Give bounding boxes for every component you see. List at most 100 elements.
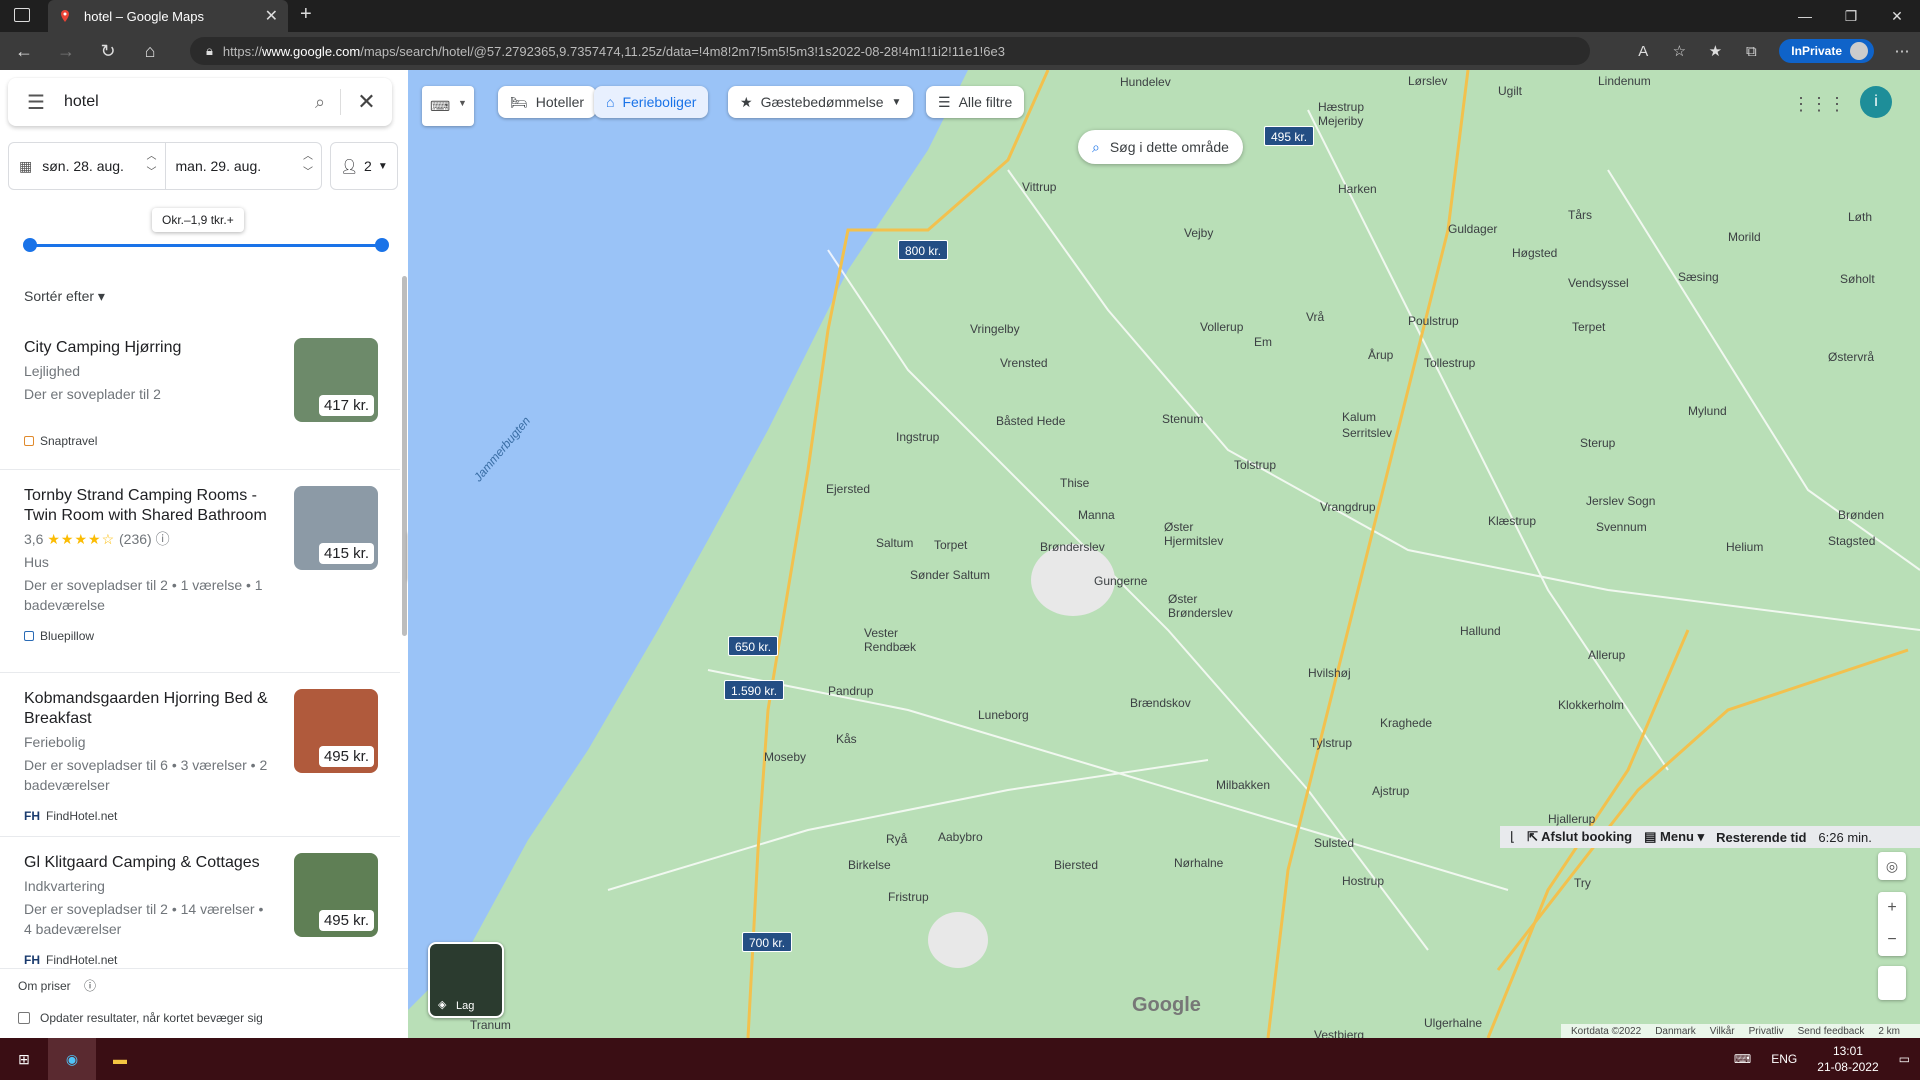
dropdown-arrow-icon: ▼	[377, 160, 388, 172]
place-label: Brønderslev	[1040, 540, 1105, 554]
restore-icon[interactable]: ❐	[1828, 0, 1874, 32]
scale-label[interactable]: 2 km	[1878, 1026, 1900, 1037]
price-pin[interactable]: 800 kr.	[898, 240, 949, 260]
dropdown-arrow-icon: ▼	[458, 98, 467, 108]
booking-toolbar: ⌊ ⇱ Afslut booking ▤ Menu ▾ Resterende t…	[1500, 826, 1920, 848]
url-input[interactable]: 🔒︎ https://www.google.com/maps/search/ho…	[190, 37, 1590, 65]
results-scrollbar[interactable]	[402, 276, 407, 636]
minimize-icon[interactable]: —	[1782, 0, 1828, 32]
place-label: Vrensted	[1000, 356, 1048, 370]
date-picker: ▦ søn. 28. aug. ︿ ﹀ man. 29. aug. ︿ ﹀	[8, 142, 322, 190]
system-clock[interactable]: 13:01 21-08-2022	[1817, 1043, 1878, 1075]
notifications-icon[interactable]: ▭	[1899, 1052, 1910, 1066]
zoom-out-icon[interactable]: −	[1887, 931, 1896, 949]
result-card[interactable]: Tornby Strand Camping Rooms - Twin Room …	[0, 470, 400, 673]
chip-all-filters[interactable]: ☰ Alle filtre	[926, 86, 1025, 118]
result-desc: Der er sovepladser til 6 • 3 værelser • …	[24, 757, 268, 793]
date-stepper-icon[interactable]: ︿ ﹀	[147, 149, 157, 181]
price-pin[interactable]: 650 kr.	[728, 636, 779, 656]
result-card[interactable]: Gl Klitgaard Camping & Cottages Indkvart…	[0, 837, 400, 987]
place-label: Em	[1254, 335, 1272, 349]
chip-hotels[interactable]: 🛏︎ Hoteller	[498, 86, 597, 118]
search-icon[interactable]: ⌕	[300, 92, 340, 113]
tab-actions-icon[interactable]	[14, 8, 30, 22]
account-avatar[interactable]: i	[1860, 86, 1892, 118]
guests-select[interactable]: 👤︎ 2 ▼	[330, 142, 398, 190]
result-desc: Der er sovepladser til 2 • 1 værelse • 1…	[24, 577, 263, 613]
windows-start-icon[interactable]: ⊞	[0, 1038, 48, 1080]
menu-icon[interactable]: ☰	[8, 90, 64, 115]
collections-icon[interactable]: ⧉	[1733, 43, 1769, 60]
favorites-icon[interactable]: ★	[1697, 42, 1733, 60]
place-label: Jerslev Sogn	[1586, 494, 1656, 508]
price-range-tooltip: Okr.–1,9 tkr.+	[152, 208, 244, 232]
edge-browser-icon[interactable]: ◉	[48, 1038, 96, 1080]
price-pin[interactable]: 1.590 kr.	[724, 680, 785, 700]
tab-close-icon[interactable]: ✕	[265, 6, 278, 26]
info-icon[interactable]: ⓘ	[84, 979, 96, 993]
inprivate-button[interactable]: InPrivate	[1779, 39, 1874, 63]
checkout-date[interactable]: man. 29. aug. ︿ ﹀	[164, 143, 322, 189]
back-icon[interactable]: ←	[6, 35, 42, 67]
price-slider-max-handle[interactable]	[375, 238, 389, 252]
exit-booking-button[interactable]: ⇱ Afslut booking	[1527, 829, 1632, 845]
result-type: Hus	[24, 554, 49, 570]
layers-button[interactable]: ◈ Lag	[428, 942, 504, 1018]
results-list: City Camping Hjørring Lejlighed Der er s…	[0, 322, 400, 987]
read-aloud-icon[interactable]: A	[1625, 43, 1661, 60]
chip-vacation-rentals[interactable]: ⌂ Ferieboliger	[594, 86, 709, 118]
result-source: Snaptravel	[40, 434, 98, 448]
new-tab-icon[interactable]: +	[300, 3, 312, 26]
clear-search-icon[interactable]: ✕	[340, 89, 392, 115]
place-label: Vrangdrup	[1320, 500, 1376, 514]
price-pin[interactable]: 495 kr.	[1264, 126, 1315, 146]
pegman-icon[interactable]	[1878, 966, 1906, 1000]
tracking-prevention-icon[interactable]: ☆	[1661, 42, 1697, 60]
update-results-checkbox[interactable]	[18, 1012, 30, 1024]
send-feedback-link[interactable]: Send feedback	[1798, 1026, 1865, 1037]
bluepillow-icon	[24, 631, 34, 641]
result-card[interactable]: City Camping Hjørring Lejlighed Der er s…	[0, 322, 400, 470]
about-prices-link[interactable]: Om priser	[18, 979, 71, 993]
search-input[interactable]: hotel	[64, 93, 300, 111]
place-label: Hostrup	[1342, 874, 1385, 888]
browser-tab[interactable]: hotel – Google Maps ✕	[48, 0, 288, 32]
more-icon[interactable]: ⋯	[1884, 42, 1920, 60]
chip-guest-rating[interactable]: ★ Gæstebedømmelse ▼	[728, 86, 914, 118]
home-icon[interactable]: ⌂	[132, 35, 168, 67]
place-label: Ulgerhalne	[1424, 1016, 1483, 1030]
my-location-icon[interactable]: ◎	[1878, 852, 1906, 880]
map-canvas[interactable]: ⌨ ▼ 🛏︎ Hoteller ⌂ Ferieboliger ★ Gæstebedømm…	[408, 70, 1920, 1038]
booking-menu-button[interactable]: ▤ Menu ▾	[1644, 829, 1704, 845]
result-card[interactable]: Kobmandsgaarden Hjorring Bed & Breakfast…	[0, 673, 400, 837]
place-label: Tollestrup	[1424, 356, 1476, 370]
privacy-link[interactable]: Privatliv	[1749, 1026, 1784, 1037]
info-icon[interactable]: ⓘ	[156, 531, 170, 547]
price-slider-track[interactable]	[30, 244, 382, 247]
place-label: Morild	[1728, 230, 1761, 244]
forward-icon[interactable]: →	[48, 35, 84, 67]
terms-link[interactable]: Vilkår	[1710, 1026, 1735, 1037]
place-label: Vringelby	[970, 322, 1020, 336]
input-tools-button[interactable]: ⌨ ▼	[422, 86, 474, 126]
checkin-date[interactable]: ▦ søn. 28. aug. ︿ ﹀	[9, 143, 165, 189]
dropdown-arrow-icon: ▼	[891, 96, 902, 108]
place-label: Sønder Saltum	[910, 568, 991, 582]
country-link[interactable]: Danmark	[1655, 1026, 1696, 1037]
apps-grid-icon[interactable]: ⋮⋮⋮	[1792, 94, 1846, 115]
person-icon: 👤︎	[340, 157, 359, 174]
date-stepper-icon[interactable]: ︿ ﹀	[303, 149, 313, 181]
keyboard-icon[interactable]: ⌨	[1734, 1052, 1751, 1066]
price-pin[interactable]: 700 kr.	[742, 932, 793, 952]
price-slider-min-handle[interactable]	[23, 238, 37, 252]
file-explorer-icon[interactable]: ▬	[96, 1038, 144, 1080]
zoom-in-icon[interactable]: +	[1887, 899, 1896, 917]
sort-dropdown[interactable]: Sortér efter ▾	[24, 288, 105, 305]
search-this-area-button[interactable]: ⌕ Søg i dette område	[1078, 130, 1243, 164]
refresh-icon[interactable]: ↻	[90, 35, 126, 67]
maps-favicon-icon	[61, 10, 69, 22]
result-type: Feriebolig	[24, 734, 86, 750]
language-indicator[interactable]: ENG	[1771, 1052, 1797, 1066]
window-close-icon[interactable]: ✕	[1874, 0, 1920, 32]
place-label: Try	[1574, 876, 1591, 890]
